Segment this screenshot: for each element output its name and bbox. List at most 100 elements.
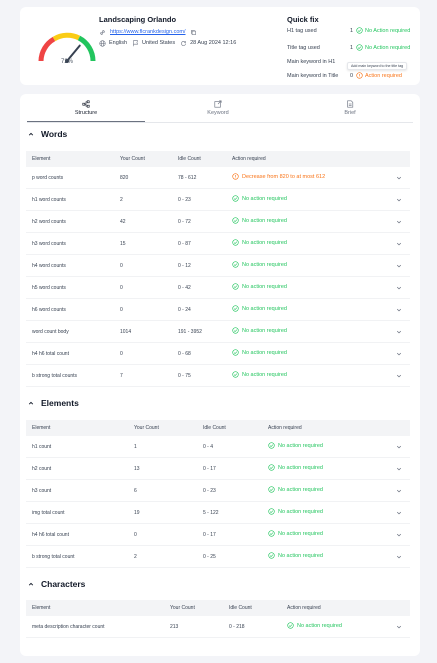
table-row[interactable]: h1 count 1 0 - 4 No action required (26, 436, 410, 458)
refresh-icon[interactable] (180, 40, 187, 47)
site-url-link[interactable]: https://www.flcrankdesign.com/ (110, 29, 186, 35)
idle-count: 78 - 612 (178, 175, 197, 181)
table-row[interactable]: word count body 1014 191 - 3952 No action r… (26, 321, 410, 343)
element-name: p word counts (32, 175, 64, 181)
tab-structure[interactable]: Structure (26, 100, 146, 116)
chevron-down-icon[interactable] (396, 624, 402, 630)
table-row[interactable]: h4 h6 total count 0 0 - 68 No action requir… (26, 343, 410, 365)
column-header: Your Count (120, 156, 145, 162)
table-row[interactable]: h3 word counts 15 0 - 87 No action required (26, 233, 410, 255)
element-name: h4 h6 total count (32, 351, 69, 357)
action-status-text: No action required (297, 622, 342, 629)
element-name: h5 word counts (32, 285, 66, 291)
action-status-text: No action required (278, 508, 323, 515)
characters-section-header[interactable]: Characters (28, 579, 85, 589)
chevron-down-icon[interactable] (396, 197, 402, 203)
idle-count: 0 - 72 (178, 219, 191, 225)
chevron-down-icon[interactable] (396, 329, 402, 335)
action-status-text: No action required (242, 195, 287, 202)
quick-fix-item: Title tag used 1 No Action required (287, 44, 417, 54)
table-row[interactable]: b strong total counts 7 0 - 75 No action re… (26, 365, 410, 387)
table-row[interactable]: p word counts 820 78 - 612 Decrease from 82… (26, 167, 410, 189)
your-count: 7 (120, 373, 123, 379)
chevron-down-icon[interactable] (396, 307, 402, 313)
copy-icon[interactable] (190, 29, 197, 36)
your-count: 1 (134, 444, 137, 450)
idle-count: 0 - 42 (178, 285, 191, 291)
characters-table-header: Element Your Count Idle Count Action requir… (26, 600, 410, 616)
chevron-down-icon[interactable] (396, 373, 402, 379)
check-circle-icon (268, 530, 275, 537)
chevron-down-icon[interactable] (396, 263, 402, 269)
table-row[interactable]: b strong total count 2 0 - 25 No action req… (26, 546, 410, 568)
tab-keyword[interactable]: Keyword (158, 100, 278, 116)
tab-brief-label: Brief (344, 110, 356, 116)
chevron-down-icon[interactable] (396, 351, 402, 357)
quick-fix-status-text: No Action required (365, 27, 411, 34)
your-count: 0 (134, 532, 137, 538)
tab-brief[interactable]: Brief (290, 100, 410, 116)
action-status-text: No action required (278, 530, 323, 537)
quick-fix-label: Main keyword in Title (287, 73, 339, 79)
check-circle-icon (232, 217, 239, 224)
element-name: meta description character count (32, 624, 105, 630)
your-count: 213 (170, 624, 179, 630)
your-count: 6 (134, 488, 137, 494)
table-row[interactable]: h6 word counts 0 0 - 24 No action required (26, 299, 410, 321)
quick-fix-item: Main keyword in Title 0 Action required (287, 72, 417, 82)
words-section-header[interactable]: Words (28, 129, 67, 139)
column-header: Element (32, 605, 51, 611)
check-circle-icon (232, 349, 239, 356)
chevron-down-icon[interactable] (396, 510, 402, 516)
chevron-down-icon[interactable] (396, 219, 402, 225)
table-row[interactable]: meta description character count 213 0 - 2… (26, 616, 410, 638)
chevron-down-icon[interactable] (396, 241, 402, 247)
table-row[interactable]: h2 word counts 42 0 - 72 No action required (26, 211, 410, 233)
check-circle-icon (232, 371, 239, 378)
elements-section-header[interactable]: Elements (28, 398, 79, 408)
chevron-down-icon[interactable] (396, 175, 402, 181)
chevron-down-icon[interactable] (396, 444, 402, 450)
idle-count: 5 - 122 (203, 510, 219, 516)
chevron-down-icon[interactable] (396, 532, 402, 538)
table-row[interactable]: img total count 19 5 - 122 No action requir… (26, 502, 410, 524)
idle-count: 0 - 17 (203, 532, 216, 538)
gauge-arc-red (38, 36, 56, 62)
element-name: h1 word counts (32, 197, 66, 203)
action-status: No action required (232, 217, 287, 224)
table-row[interactable]: h3 count 6 0 - 23 No action required (26, 480, 410, 502)
your-count: 2 (120, 197, 123, 203)
your-count: 820 (120, 175, 129, 181)
chevron-down-icon[interactable] (396, 285, 402, 291)
table-row[interactable]: h2 count 13 0 - 17 No action required (26, 458, 410, 480)
check-circle-icon (232, 305, 239, 312)
element-name: h2 count (32, 466, 52, 472)
table-row[interactable]: h4 word counts 0 0 - 12 No action required (26, 255, 410, 277)
idle-count: 0 - 17 (203, 466, 216, 472)
action-status-text: No action required (242, 349, 287, 356)
chevron-down-icon[interactable] (396, 554, 402, 560)
table-row[interactable]: h1 word counts 2 0 - 23 No action required (26, 189, 410, 211)
action-status-text: No action required (242, 305, 287, 312)
idle-count: 0 - 218 (229, 624, 245, 630)
quick-fix-count: 1 (350, 45, 354, 51)
your-count: 0 (120, 263, 123, 269)
your-count: 19 (134, 510, 140, 516)
action-status-text: No action required (242, 217, 287, 224)
elements-section-title: Elements (41, 398, 79, 408)
table-row[interactable]: h5 word counts 0 0 - 42 No action required (26, 277, 410, 299)
action-status-text: No action required (278, 464, 323, 471)
analysis-card: Structure Keyword Brief Words Element You… (20, 94, 420, 656)
site-title: Landscaping Orlando (99, 15, 177, 24)
quick-fix-status-text: Action required (365, 72, 402, 79)
check-circle-icon (268, 552, 275, 559)
quick-fix-label: H1 tag used (287, 28, 317, 34)
table-row[interactable]: h4 h6 total count 0 0 - 17 No action requir… (26, 524, 410, 546)
chevron-down-icon[interactable] (396, 466, 402, 472)
chevron-down-icon[interactable] (396, 488, 402, 494)
check-circle-icon (232, 327, 239, 334)
chevron-up-icon (28, 401, 34, 405)
idle-count: 0 - 12 (178, 263, 191, 269)
idle-count: 0 - 75 (178, 373, 191, 379)
structure-icon (82, 100, 90, 108)
